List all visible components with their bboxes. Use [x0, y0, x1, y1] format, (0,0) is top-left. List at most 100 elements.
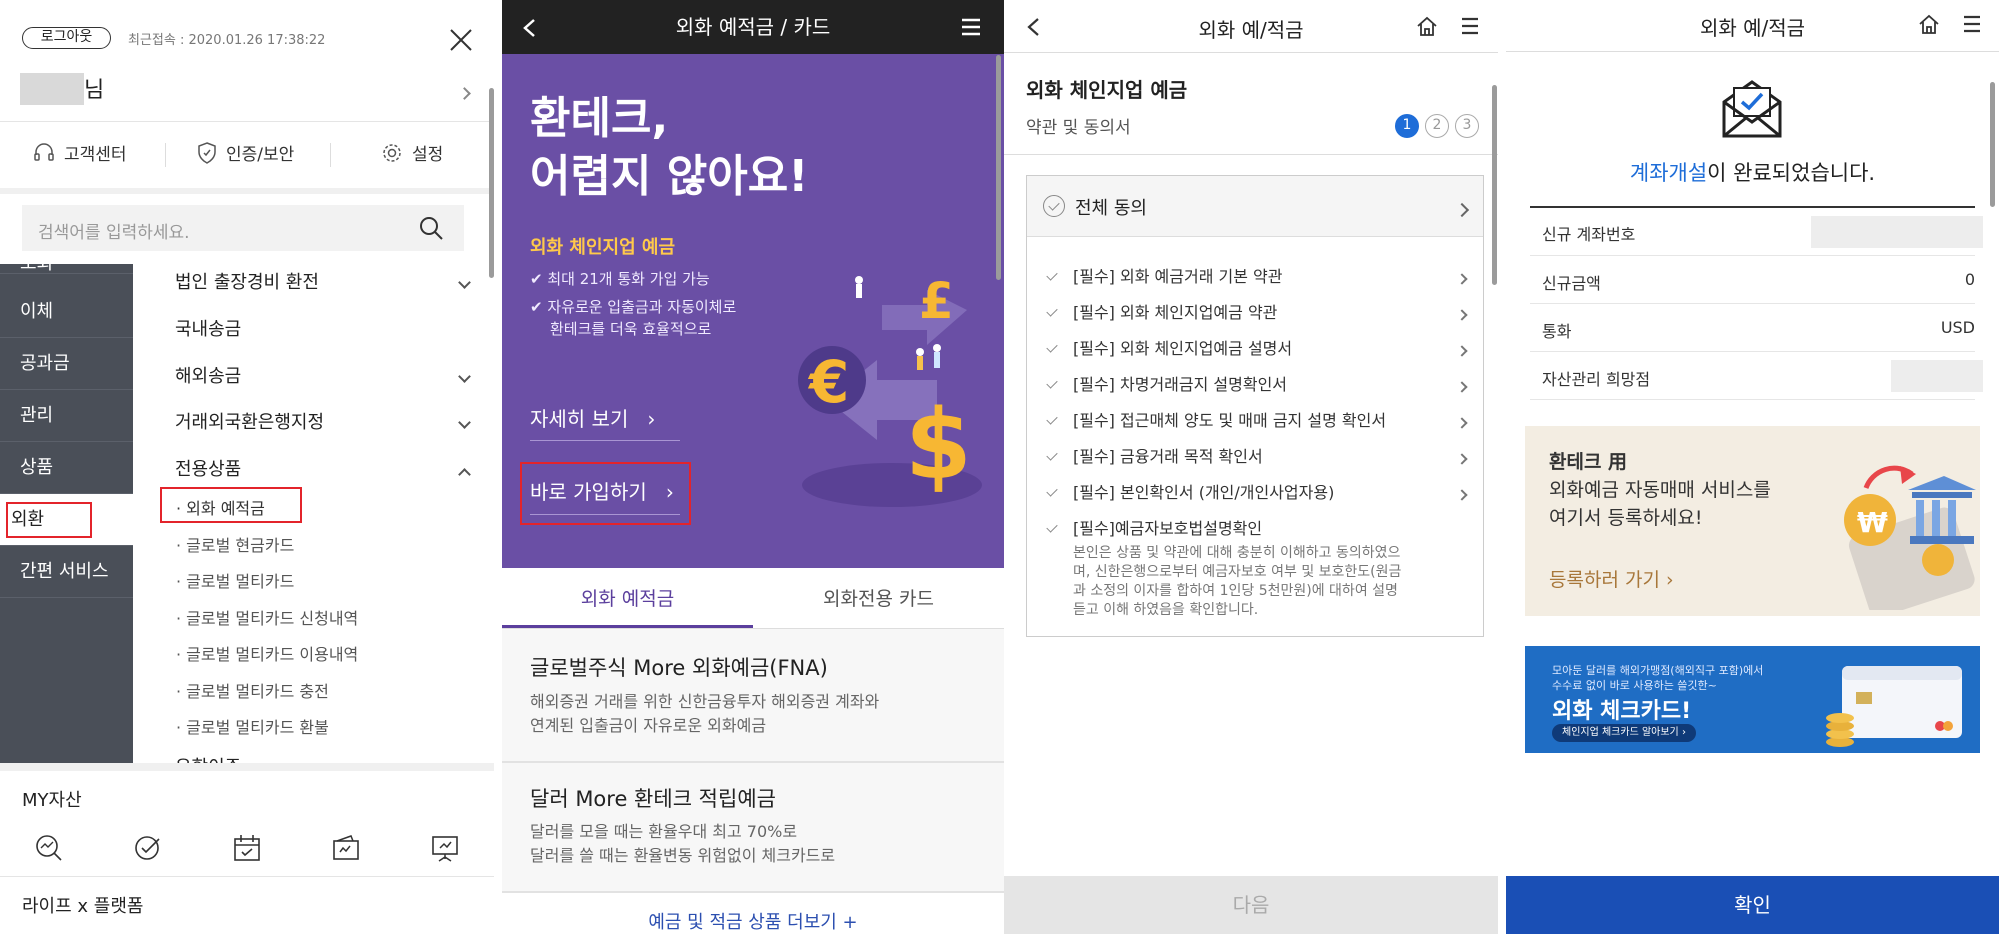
product-title: 글로벌주식 More 외화예금(FNA): [530, 656, 828, 680]
register-link[interactable]: 등록하러 가기 ›: [1549, 565, 1674, 592]
user-name-masked: [20, 73, 84, 105]
check-icon[interactable]: [1046, 485, 1058, 497]
scrollbar[interactable]: [996, 55, 1001, 280]
term-item[interactable]: [필수] 접근매체 양도 및 매매 금지 설명 확인서: [1073, 407, 1386, 431]
chevron-up-icon[interactable]: [458, 464, 471, 483]
card-banner-line: 수수료 없이 바로 사용하는 쓸깃한~: [1552, 679, 1717, 692]
banner-line: 외화예금 자동매매 서비스를: [1549, 479, 1771, 501]
submenu-overseas-remittance[interactable]: 해외송금: [175, 362, 241, 388]
tab-foreign-card[interactable]: 외화전용 카드: [753, 568, 1004, 628]
chevron-right-icon[interactable]: [1456, 412, 1468, 431]
check-icon[interactable]: [1046, 341, 1058, 353]
check-icon[interactable]: [1046, 305, 1058, 317]
check-circle-icon[interactable]: [133, 833, 163, 863]
menu-icon[interactable]: [1962, 14, 1982, 38]
check-icon[interactable]: [1046, 377, 1058, 389]
banner-text: 환테크 用 외화예금 자동매매 서비스를 여기서 등록하세요!: [1549, 448, 1771, 532]
back-icon[interactable]: [522, 18, 536, 42]
next-button[interactable]: 다음: [1004, 876, 1498, 934]
term-item[interactable]: [필수] 본인확인서 (개인/개인사업자용): [1073, 479, 1334, 503]
leaf-multicard-usage[interactable]: · 글로벌 멀티카드 이용내역: [176, 641, 358, 665]
confirm-button[interactable]: 확인: [1506, 876, 1999, 934]
my-assets-heading: MY자산: [22, 790, 82, 811]
section-subtitle: 약관 및 동의서: [1026, 118, 1131, 138]
nav-item-bills[interactable]: 공과금: [0, 338, 133, 390]
scrollbar[interactable]: [489, 88, 494, 278]
presentation-icon[interactable]: [430, 833, 460, 863]
info-row-branch: 자산관리 희망점: [1530, 352, 1983, 400]
home-icon[interactable]: [1416, 15, 1438, 41]
submenu-business-trip-exchange[interactable]: 법인 출장경비 환전: [175, 268, 319, 294]
customer-center-button[interactable]: 고객센터: [32, 140, 127, 165]
submenu-designated-bank[interactable]: 거래외국환은행지정: [175, 408, 324, 434]
nav-item-manage[interactable]: 관리: [0, 390, 133, 442]
search-icon[interactable]: [418, 215, 444, 245]
submenu-exclusive-products[interactable]: 전용상품: [175, 455, 241, 481]
auth-security-button[interactable]: 인증/보안: [196, 140, 294, 165]
chevron-down-icon[interactable]: [458, 366, 471, 385]
completion-message: 계좌개설이 완료되었습니다.: [1506, 157, 1999, 187]
nav-item-inquiry[interactable]: 조회: [0, 238, 133, 274]
detail-link[interactable]: 자세히 보기 ›: [530, 403, 655, 432]
chevron-right-icon[interactable]: [1456, 484, 1468, 503]
term-item[interactable]: [필수] 외화 체인지업예금 약관: [1073, 299, 1277, 323]
menu-icon[interactable]: [960, 17, 982, 41]
card-banner-small-text: 모아둔 달러를 해외가맹점(해외직구 포함)에서 수수료 없이 바로 사용하는 …: [1552, 663, 1763, 693]
more-products-link[interactable]: 예금 및 적금 상품 더보기 +: [502, 908, 1004, 934]
nav-item-foreign-exchange[interactable]: 외환: [0, 494, 133, 546]
leaf-multicard-refund[interactable]: · 글로벌 멀티카드 환불: [176, 714, 329, 738]
settings-button[interactable]: 설정: [380, 140, 443, 165]
hero-title-line2: 어렵지 않아요!: [530, 151, 809, 202]
leaf-global-cash-card[interactable]: · 글로벌 현금카드: [176, 532, 294, 556]
scrollbar[interactable]: [1990, 82, 1995, 207]
chevron-right-icon[interactable]: [1456, 268, 1468, 287]
chevron-right-icon[interactable]: [1456, 304, 1468, 323]
chevron-down-icon[interactable]: [458, 412, 471, 431]
nav-item-products[interactable]: 상품: [0, 442, 133, 494]
product-desc-line: 해외증권 거래를 위한 신한금융투자 해외증권 계좌와: [530, 692, 880, 711]
nav-item-transfer[interactable]: 이체: [0, 286, 133, 338]
nav-item-easy-service[interactable]: 간편 서비스: [0, 546, 133, 598]
product-desc-line: 연계된 입출금이 자유로운 외화예금: [530, 716, 767, 735]
wallet-icon[interactable]: [331, 833, 361, 863]
term-item[interactable]: [필수] 외화 예금거래 기본 약관: [1073, 263, 1282, 287]
card-banner-line: 모아둔 달러를 해외가맹점(해외직구 포함)에서: [1552, 664, 1764, 677]
check-icon[interactable]: [1046, 269, 1058, 281]
leaf-foreign-deposit[interactable]: · 외화 예적금: [176, 495, 265, 519]
amount-value: 0: [1964, 270, 1975, 289]
agree-all-label: 전체 동의: [1075, 198, 1147, 219]
term-item[interactable]: [필수] 금융거래 목적 확인서: [1073, 443, 1263, 467]
check-icon[interactable]: [1046, 521, 1058, 533]
term-item[interactable]: [필수] 차명거래금지 설명확인서: [1073, 371, 1287, 395]
side-menu-panel: 로그아웃 최근접속 : 2020.01.26 17:38:22 님 고객센터 인…: [0, 0, 502, 934]
term-item[interactable]: [필수]예금자보호법설명확인: [1073, 515, 1262, 539]
home-icon[interactable]: [1918, 13, 1940, 39]
menu-icon[interactable]: [1460, 16, 1480, 40]
term-item[interactable]: [필수] 외화 체인지업예금 설명서: [1073, 335, 1292, 359]
join-now-link[interactable]: 바로 가입하기 ›: [530, 476, 674, 505]
customer-center-label: 고객센터: [64, 145, 127, 165]
info-row-amount: 신규금액 0: [1530, 256, 1975, 304]
logout-button[interactable]: 로그아웃: [22, 27, 111, 49]
calendar-icon[interactable]: [232, 833, 262, 863]
tab-foreign-deposit[interactable]: 외화 예적금: [502, 568, 753, 628]
product-desc: 해외증권 거래를 위한 신한금융투자 해외증권 계좌와 연계된 입출금이 자유로…: [530, 690, 879, 738]
leaf-multicard-charge[interactable]: · 글로벌 멀티카드 충전: [176, 678, 329, 702]
submenu-domestic-remittance[interactable]: 국내송금: [175, 315, 241, 341]
chevron-right-icon[interactable]: [1456, 448, 1468, 467]
profile-chevron-icon[interactable]: [458, 83, 471, 102]
check-icon[interactable]: [1046, 413, 1058, 425]
auth-security-label: 인증/보안: [226, 145, 295, 165]
asset-search-icon[interactable]: [34, 833, 64, 863]
chevron-down-icon[interactable]: [458, 272, 471, 291]
submenu-study-abroad[interactable]: 유학이주: [175, 753, 241, 763]
chevron-right-icon[interactable]: [1456, 376, 1468, 395]
leaf-global-multicard[interactable]: · 글로벌 멀티카드: [176, 568, 294, 592]
chevron-right-icon[interactable]: [1456, 340, 1468, 359]
check-icon[interactable]: [1046, 449, 1058, 461]
card-banner-button[interactable]: 체인지업 체크카드 알아보기 ›: [1552, 724, 1696, 742]
scrollbar[interactable]: [1492, 85, 1497, 285]
chevron-right-icon[interactable]: [1454, 200, 1470, 219]
leaf-multicard-application[interactable]: · 글로벌 멀티카드 신청내역: [176, 605, 358, 629]
close-icon[interactable]: [448, 27, 474, 53]
